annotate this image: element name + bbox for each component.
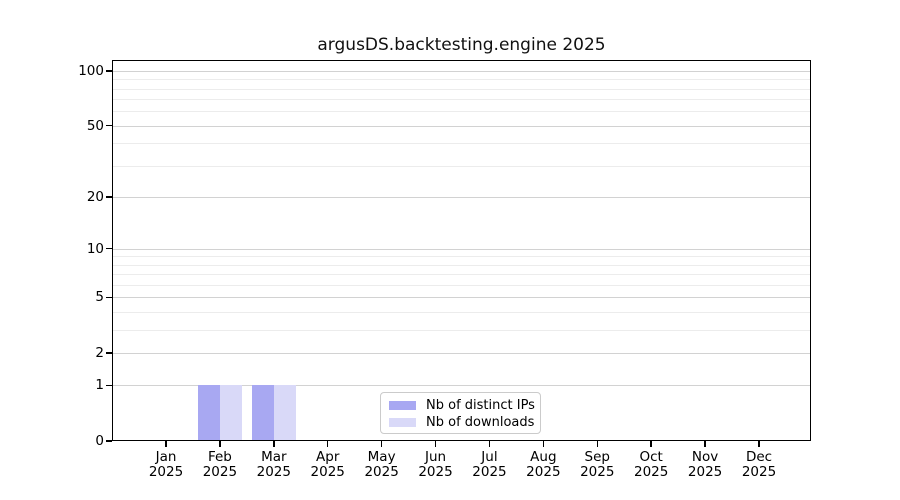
gridline-minor-9 — [113, 256, 810, 257]
gridline-minor-90 — [113, 79, 810, 80]
y-axis-tick-100 — [106, 70, 112, 71]
x-axis-tick-nov — [704, 441, 705, 447]
y-axis-tick-label-5: 5 — [22, 289, 104, 305]
x-axis-tick-jun — [435, 441, 436, 447]
gridline-minor-3 — [113, 330, 810, 331]
gridline-minor-4 — [113, 312, 810, 313]
plot-area: Nb of distinct IPs Nb of downloads — [112, 60, 811, 441]
gridline-2 — [113, 353, 810, 354]
x-axis-tick-sep — [597, 441, 598, 447]
y-axis-tick-20 — [106, 196, 112, 197]
gridline-minor-30 — [113, 166, 810, 167]
bar-distinct-ips-mar — [252, 385, 274, 440]
x-axis-tick-oct — [650, 441, 651, 447]
gridline-50 — [113, 126, 810, 127]
bar-distinct-ips-feb — [198, 385, 220, 440]
gridline-10 — [113, 249, 810, 250]
gridline-minor-6 — [113, 285, 810, 286]
gridline-minor-40 — [113, 143, 810, 144]
x-axis-label-dec: Dec2025 — [727, 450, 791, 480]
legend-swatch-downloads — [389, 418, 416, 427]
legend: Nb of distinct IPs Nb of downloads — [380, 392, 541, 434]
gridline-minor-70 — [113, 99, 810, 100]
gridline-minor-7 — [113, 274, 810, 275]
y-axis-tick-2 — [106, 352, 112, 353]
y-axis-tick-label-2: 2 — [22, 345, 104, 361]
x-axis-tick-dec — [758, 441, 759, 447]
bar-downloads-mar — [274, 385, 296, 440]
x-axis-tick-apr — [327, 441, 328, 447]
legend-swatch-distinct-ips — [389, 401, 416, 410]
gridline-minor-60 — [113, 111, 810, 112]
legend-item-downloads: Nb of downloads — [389, 414, 540, 431]
gridline-5 — [113, 297, 810, 298]
y-axis-tick-label-100: 100 — [22, 63, 104, 79]
legend-label-distinct-ips: Nb of distinct IPs — [426, 398, 535, 413]
y-axis-tick-label-1: 1 — [22, 377, 104, 393]
gridline-minor-80 — [113, 89, 810, 90]
x-axis-tick-feb — [219, 441, 220, 447]
bar-downloads-feb — [220, 385, 242, 440]
gridline-minor-8 — [113, 265, 810, 266]
download-stats-chart: argusDS.backtesting.engine 2025 Nb of di… — [0, 0, 900, 500]
legend-label-downloads: Nb of downloads — [426, 415, 534, 430]
y-axis-tick-label-10: 10 — [22, 241, 104, 257]
y-axis-tick-label-0: 0 — [22, 433, 104, 449]
y-axis-tick-0 — [106, 440, 112, 441]
x-axis-tick-jul — [489, 441, 490, 447]
legend-item-distinct-ips: Nb of distinct IPs — [389, 397, 540, 414]
y-axis-tick-50 — [106, 125, 112, 126]
x-axis-tick-jan — [165, 441, 166, 447]
y-axis-tick-1 — [106, 385, 112, 386]
gridline-20 — [113, 197, 810, 198]
year-label: 2025 — [727, 465, 791, 480]
x-axis-tick-may — [381, 441, 382, 447]
y-axis-tick-10 — [106, 248, 112, 249]
y-axis-tick-label-50: 50 — [22, 118, 104, 134]
month-label: Dec — [727, 450, 791, 465]
x-axis-tick-mar — [273, 441, 274, 447]
y-axis-tick-5 — [106, 297, 112, 298]
y-axis-tick-label-20: 20 — [22, 189, 104, 205]
x-axis-tick-aug — [543, 441, 544, 447]
gridline-100 — [113, 71, 810, 72]
chart-title: argusDS.backtesting.engine 2025 — [112, 35, 811, 55]
